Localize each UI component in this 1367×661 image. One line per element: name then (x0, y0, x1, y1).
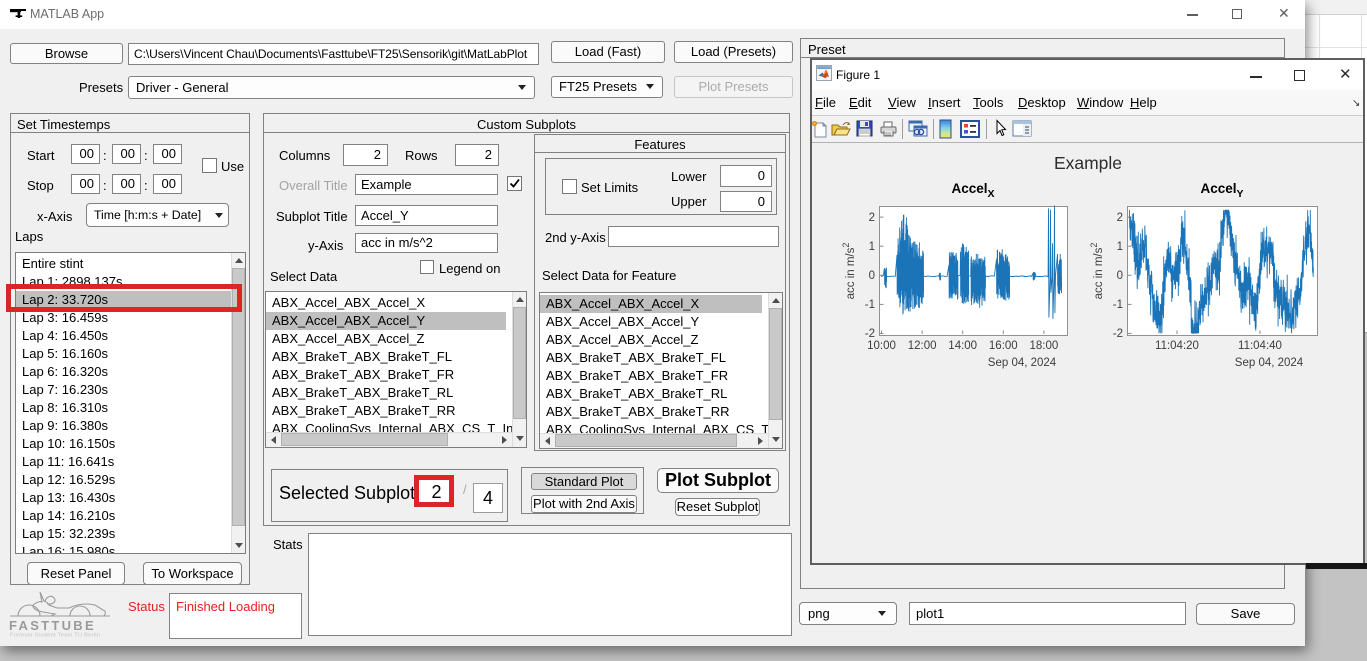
svg-text:Formula Student Team TU Berlin: Formula Student Team TU Berlin (10, 633, 100, 639)
svg-text:FASTTUBE: FASTTUBE (9, 618, 96, 633)
